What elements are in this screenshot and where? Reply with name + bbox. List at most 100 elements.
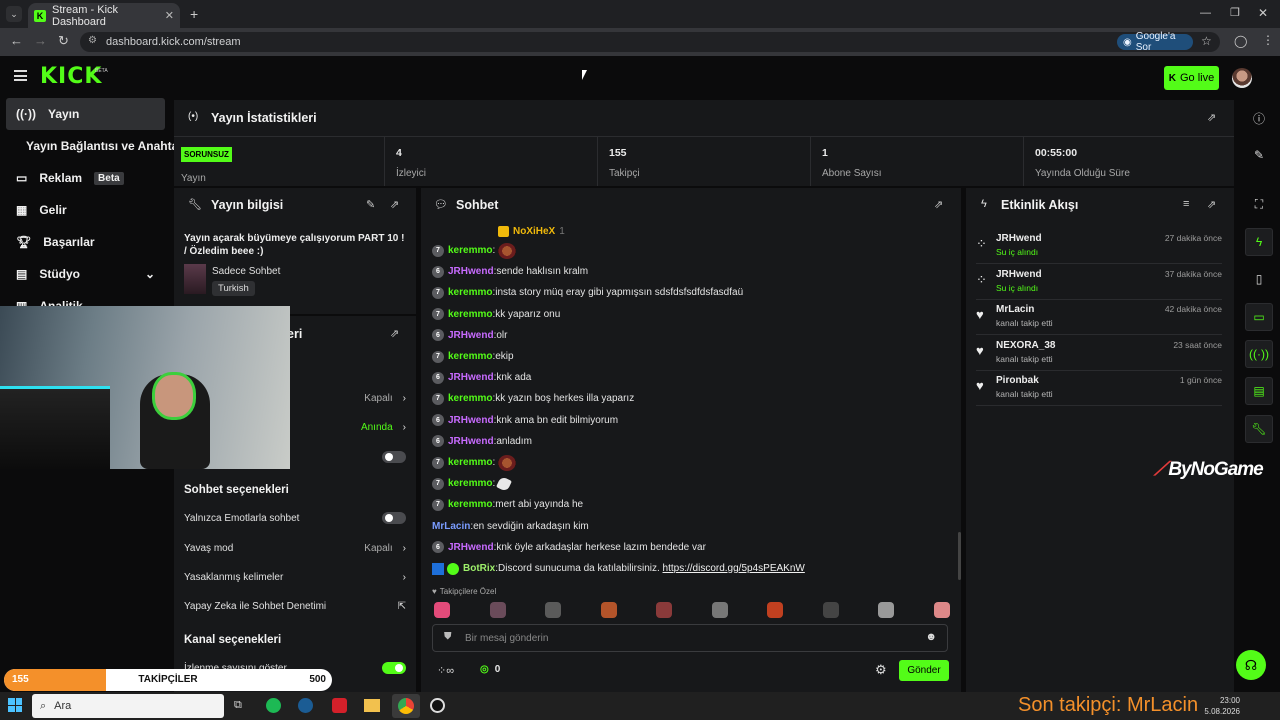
sidebar-item-studyo[interactable]: ▤ Stüdyo ⌄ [6,258,165,290]
setting-emote-only[interactable]: Yalnızca Emotlarla sohbet [184,506,406,530]
setting-slow-mode[interactable]: Yavaş mod Kapalı › [184,536,406,560]
kick-logo[interactable]: KICK [40,64,102,89]
task-view-icon[interactable]: ⧉ [234,699,242,712]
fullscreen-icon[interactable]: ⛶ [1245,190,1273,218]
restore-icon[interactable]: ❐ [1230,6,1240,19]
chat-username[interactable]: MrLacin [432,521,470,532]
chat-settings-gear-icon[interactable]: ⚙ [875,662,887,678]
chat-username[interactable]: JRHwend [448,542,494,553]
layout-widget-icon[interactable]: ▤ [1245,377,1273,405]
wrench-widget-icon[interactable]: 🔧︎ [1245,415,1273,443]
chat-link[interactable]: https://discord.gg/5p4sPEAKnW [663,563,805,574]
quick-emote-icon[interactable] [489,602,506,618]
popout-icon[interactable]: ⇗ [1207,111,1216,124]
quick-emote-icon[interactable] [545,602,561,618]
edit-icon[interactable]: ✎ [1245,141,1273,169]
taskbar-clock[interactable]: 23:00 5.08.2026 [1200,695,1240,717]
profile-icon[interactable]: ◯ [1234,34,1247,48]
tab-list-button[interactable]: ⌄ [6,6,22,22]
user-avatar[interactable] [1232,68,1252,88]
chat-users-icon[interactable]: ⁘∞ [437,664,454,677]
close-tab-icon[interactable]: ✕ [165,9,174,22]
browser-menu-icon[interactable]: ⋮ [1262,33,1274,47]
sidebar-item-gelir[interactable]: ▦ Gelir [6,194,165,226]
url-field[interactable]: ⚙ dashboard.kick.com/stream [80,32,1220,52]
quick-emote-icon[interactable] [711,602,728,618]
category-name[interactable]: Sadece Sohbet [212,266,280,277]
quick-emote-icon[interactable] [822,602,839,618]
bookmark-star-icon[interactable]: ☆ [1201,34,1212,48]
edit-pencil-icon[interactable]: ✎ [366,198,375,211]
chat-username[interactable]: JRHwend [448,415,494,426]
forward-icon[interactable]: → [34,33,47,48]
chat-input[interactable]: ⛊ Bir mesaj gönderin ☻ [432,624,948,652]
quick-emote-icon[interactable] [878,602,894,618]
popout-icon[interactable]: ⇗ [390,327,399,340]
info-icon[interactable]: ⓘ [1245,104,1273,132]
back-icon[interactable]: ← [10,33,23,48]
sidebar-item-basarilar[interactable]: 🏆︎ Başarılar [6,226,165,258]
sidebar-item-yayin[interactable]: ((·)) Yayın [6,98,165,130]
obs-icon[interactable] [430,698,445,713]
chrome-taskbar-item[interactable] [392,694,420,718]
popout-icon[interactable]: ⇗ [1207,198,1216,211]
viewcount-toggle[interactable] [382,662,406,674]
chat-username[interactable]: JRHwend [448,436,494,447]
support-chat-button[interactable]: ☊ [1236,650,1266,680]
popout-icon[interactable]: ⇗ [390,198,399,211]
setting-banned-words[interactable]: Yasaklanmış kelimeler › [184,565,406,589]
chat-username[interactable]: keremmo [448,351,492,362]
quick-emote-icon[interactable] [933,602,950,618]
event-user[interactable]: MrLacin [996,304,1053,315]
quick-emote-icon[interactable] [767,602,783,618]
chat-username[interactable]: keremmo [448,245,492,256]
chat-widget-icon[interactable]: ▭ [1245,303,1273,331]
event-user[interactable]: JRHwend [996,269,1042,280]
chat-scrollbar[interactable] [958,532,961,580]
chat-username[interactable]: keremmo [448,309,492,320]
chat-username[interactable]: keremmo [448,499,492,510]
chat-username[interactable]: JRHwend [448,266,494,277]
send-button[interactable]: Gönder [899,660,949,681]
minimize-icon[interactable]: — [1200,7,1211,19]
new-tab-button[interactable]: + [190,6,198,22]
lightning-widget-icon[interactable]: ϟ [1245,228,1273,256]
go-live-button[interactable]: K Go live [1164,66,1219,90]
channel-points[interactable]: ◎ 0 [480,664,500,675]
event-user[interactable]: JRHwend [996,233,1042,244]
event-user[interactable]: Pironbak [996,375,1053,386]
google-ask-button[interactable]: ◉ Google'a Sor [1117,31,1193,53]
toggle-switch[interactable] [382,451,406,463]
site-info-icon[interactable]: ⚙ [88,35,97,46]
spotify-icon[interactable] [266,698,281,713]
chat-username[interactable]: JRHwend [448,330,494,341]
chat-username[interactable]: BotRix [463,563,495,574]
hamburger-menu-icon[interactable] [14,70,27,81]
filter-icon[interactable]: ≡ [1183,198,1189,210]
shield-icon[interactable]: ⛊ [444,631,452,642]
reload-icon[interactable]: ↻ [58,33,69,49]
chat-username[interactable]: keremmo [448,457,492,468]
event-user[interactable]: NEXORA_38 [996,340,1055,351]
quick-emote-icon[interactable] [600,602,617,618]
windows-start-icon[interactable] [8,698,22,712]
sidebar-item-stream-key[interactable]: Yayın Bağlantısı ve Anahtarı [6,130,186,162]
broadcast-widget-icon[interactable]: ((·)) [1245,340,1273,368]
emote-only-toggle[interactable] [382,512,406,524]
quick-emote-icon[interactable] [656,602,672,618]
popout-icon[interactable]: ⇗ [934,198,943,211]
emoji-icon[interactable]: ☻ [925,631,937,643]
chat-username[interactable]: keremmo [448,287,492,298]
steam-icon[interactable] [298,698,313,713]
chat-username[interactable]: keremmo [448,393,492,404]
app-icon[interactable] [332,698,347,713]
setting-ai-moderation[interactable]: Yapay Zeka ile Sohbet Denetimi ⇱ [184,594,406,618]
chat-username[interactable]: keremmo [448,478,492,489]
document-icon[interactable]: ▯ [1245,265,1273,293]
browser-tab[interactable]: K Stream - Kick Dashboard ✕ [28,3,180,28]
file-explorer-icon[interactable] [364,699,380,712]
close-window-icon[interactable]: ✕ [1258,6,1268,20]
chat-username[interactable]: JRHwend [448,372,494,383]
quick-emote-icon[interactable] [434,602,450,618]
taskbar-search[interactable]: ⌕ Ara [32,694,224,718]
